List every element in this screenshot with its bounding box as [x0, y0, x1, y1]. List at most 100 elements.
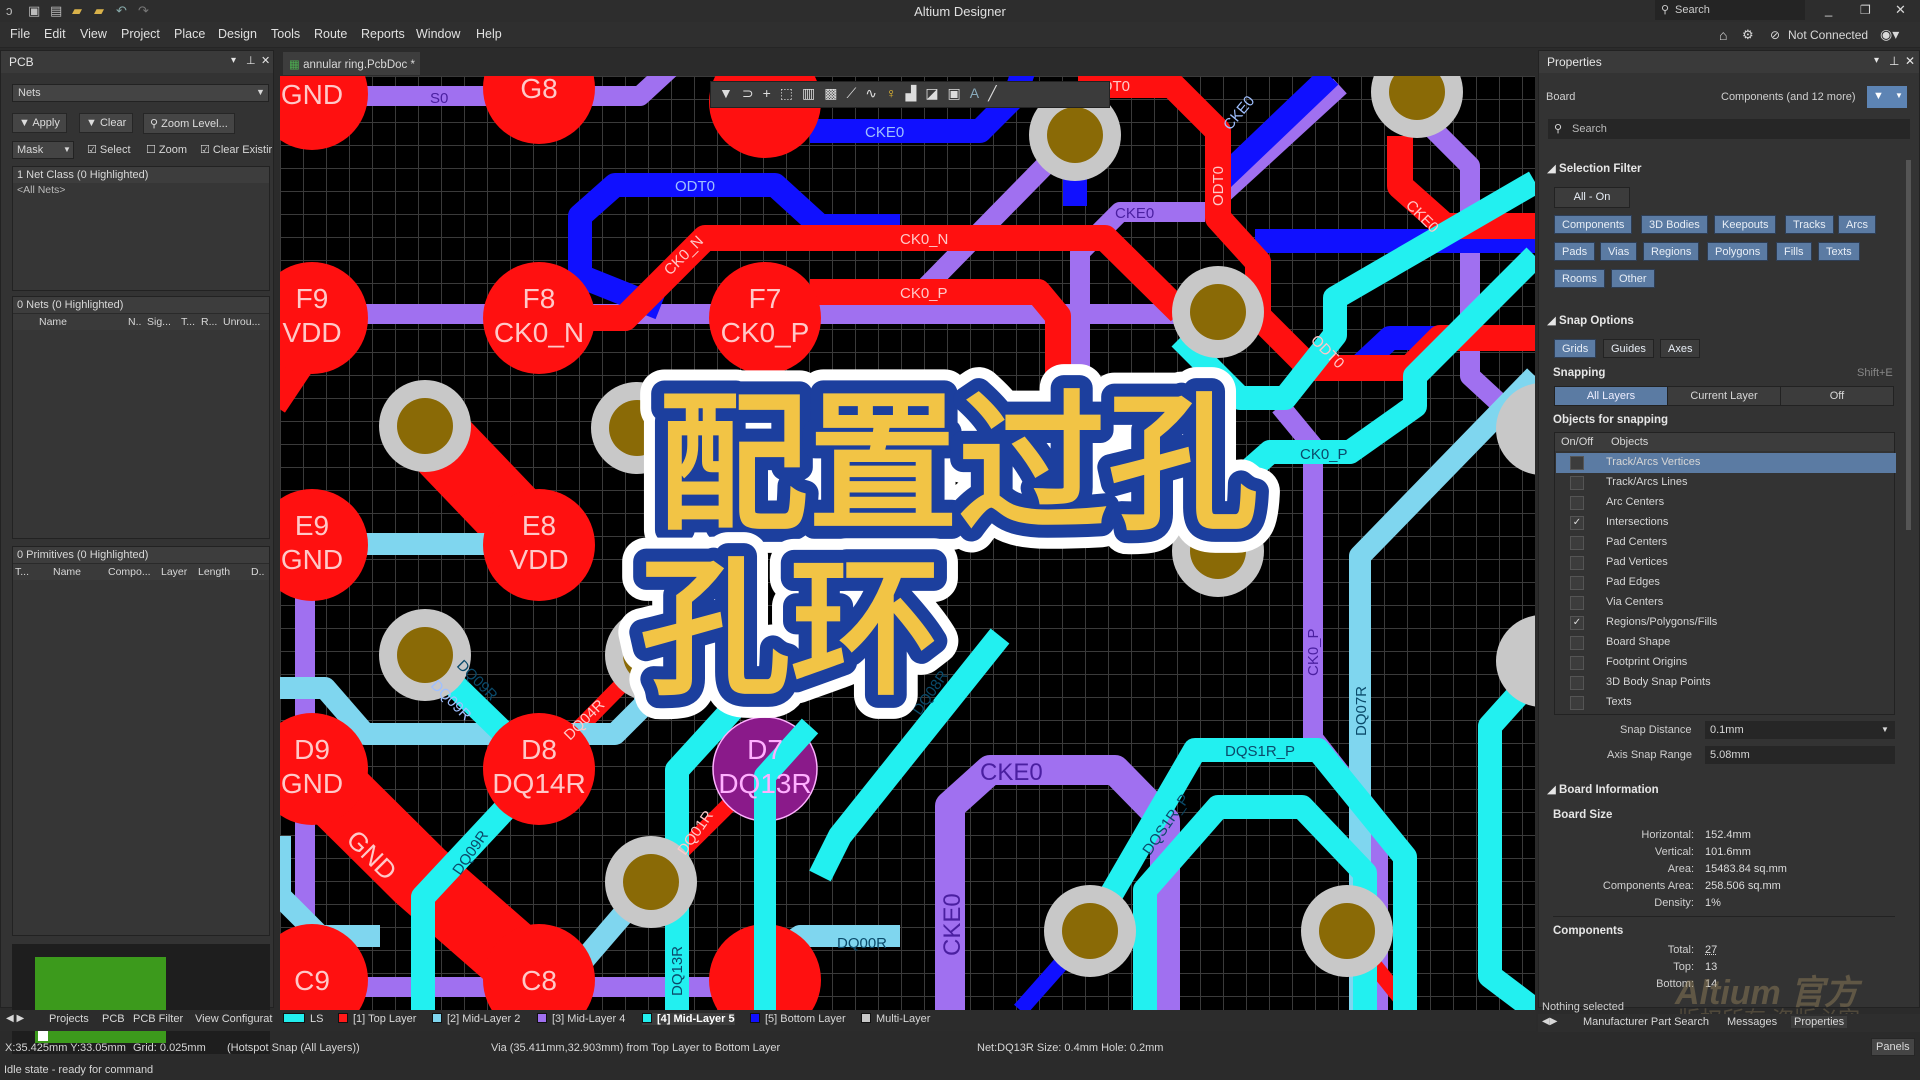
via[interactable] — [1301, 885, 1393, 977]
filter-summary[interactable]: Components (and 12 more) — [1721, 91, 1856, 103]
menu-route[interactable]: Route — [314, 27, 347, 41]
menu-help[interactable]: Help — [476, 27, 502, 41]
layer-tab[interactable]: [4] Mid-Layer 5 — [642, 1013, 735, 1025]
snap-object-checkbox[interactable] — [1570, 636, 1584, 650]
snap-object-checkbox[interactable] — [1570, 576, 1584, 590]
snap-object-row[interactable]: Pad Edges — [1556, 573, 1896, 593]
via[interactable] — [1371, 76, 1463, 138]
snap-object-checkbox[interactable] — [1570, 536, 1584, 550]
mask-select[interactable]: Mask ▼ — [12, 141, 74, 159]
filter-chip-components[interactable]: Components — [1554, 215, 1633, 234]
filter-chip-polygons[interactable]: Polygons — [1707, 242, 1769, 261]
filter-chip-regions[interactable]: Regions — [1643, 242, 1700, 261]
snap-object-checkbox[interactable] — [1570, 656, 1584, 670]
column-header[interactable]: Compo... — [108, 566, 151, 578]
column-header[interactable]: T... — [181, 316, 195, 328]
line-icon[interactable]: ╱ — [988, 85, 996, 104]
column-header[interactable]: Length — [198, 566, 230, 578]
pin-icon[interactable]: ⊥ — [1889, 54, 1899, 68]
layer-set-button[interactable]: LS — [283, 1013, 323, 1025]
panel-menu-icon[interactable]: ▾ — [231, 55, 236, 66]
layer-tab[interactable]: [2] Mid-Layer 2 — [432, 1013, 520, 1025]
snap-object-row[interactable]: Texts — [1556, 693, 1896, 713]
select-checkbox[interactable]: ☑ Select — [87, 143, 131, 156]
layer-tab[interactable]: Multi-Layer — [861, 1013, 930, 1025]
filter-chip-arcs[interactable]: Arcs — [1838, 215, 1876, 234]
zoom-level-button[interactable]: ⚲ Zoom Level... — [143, 113, 235, 134]
menu-tools[interactable]: Tools — [271, 27, 300, 41]
clear-existing-checkbox[interactable]: ☑ Clear Existir — [200, 143, 272, 156]
tab-view-configuration[interactable]: View Configurat — [195, 1013, 272, 1025]
filter-chip-tracks[interactable]: Tracks — [1785, 215, 1834, 234]
menu-window[interactable]: Window — [416, 27, 460, 41]
tab-pcb[interactable]: PCB — [102, 1013, 125, 1025]
column-header[interactable]: D.. — [251, 566, 264, 578]
align-icon[interactable]: ▥ — [802, 85, 815, 104]
filter-button[interactable]: ▼ ▼ — [1867, 86, 1907, 108]
snap-object-row[interactable]: ✓ Regions/Polygons/Fills — [1556, 613, 1896, 633]
snap-options-heading[interactable]: ◢ Snap Options — [1547, 313, 1634, 327]
properties-scrollbar[interactable] — [1906, 160, 1911, 530]
axis-snap-range-input[interactable]: 5.08mm — [1705, 746, 1895, 764]
menu-edit[interactable]: Edit — [44, 27, 66, 41]
snap-axes-button[interactable]: Axes — [1660, 339, 1701, 358]
filter-icon[interactable]: ▼ — [719, 85, 733, 104]
polygon-icon[interactable]: ▟ — [906, 85, 917, 104]
menu-design[interactable]: Design — [218, 27, 257, 41]
gear-icon[interactable]: ⚙ — [1742, 27, 1754, 43]
snap-object-row[interactable]: ✓ Intersections — [1556, 513, 1896, 533]
zoom-checkbox[interactable]: ☐ Zoom — [146, 143, 187, 156]
via[interactable] — [1172, 266, 1264, 358]
via[interactable] — [379, 609, 471, 701]
tab-scroll-left-icon[interactable]: ◀▶ — [1542, 1016, 1557, 1027]
via[interactable] — [1496, 615, 1535, 707]
snapping-current-layer[interactable]: Current Layer — [1667, 387, 1780, 405]
global-search-input[interactable]: ⚲ Search — [1655, 0, 1805, 20]
column-header[interactable]: N.. — [128, 316, 141, 328]
total-value[interactable]: 27 — [1705, 944, 1717, 956]
selection-filter-heading[interactable]: ◢ Selection Filter — [1547, 161, 1641, 175]
layer-tab[interactable]: [1] Top Layer — [338, 1013, 416, 1025]
home-icon[interactable]: ⌂ — [1719, 27, 1727, 43]
component-icon[interactable]: ▩ — [824, 85, 837, 104]
panel-close-icon[interactable]: ✕ — [261, 54, 270, 67]
column-header[interactable]: Layer — [161, 566, 187, 578]
snap-object-checkbox[interactable] — [1570, 556, 1584, 570]
pin-icon[interactable]: ⊥ — [246, 54, 256, 67]
snap-guides-button[interactable]: Guides — [1603, 339, 1654, 358]
snap-object-checkbox[interactable]: ✓ — [1570, 516, 1584, 530]
column-header[interactable]: Sig... — [147, 316, 171, 328]
snap-object-row[interactable]: Pad Vertices — [1556, 553, 1896, 573]
snapping-off[interactable]: Off — [1780, 387, 1893, 405]
panel-tabs-scroll-icon[interactable]: ◀ ▶ — [6, 1013, 24, 1024]
clear-button[interactable]: ▼ Clear — [79, 113, 134, 133]
snap-object-checkbox[interactable] — [1570, 696, 1584, 710]
pin-via-icon[interactable]: ♀ — [886, 85, 897, 104]
text-icon[interactable]: A — [970, 85, 979, 104]
panel-menu-icon[interactable]: ▾ — [1874, 55, 1879, 66]
filter-chip-pads[interactable]: Pads — [1554, 242, 1596, 261]
snap-object-row[interactable]: Track/Arcs Lines — [1556, 473, 1896, 493]
snap-object-row[interactable]: Track/Arcs Vertices — [1556, 453, 1896, 473]
apply-button[interactable]: ▼ Apply — [12, 113, 67, 133]
snap-object-row[interactable]: Arc Centers — [1556, 493, 1896, 513]
snap-object-checkbox[interactable] — [1570, 496, 1584, 510]
snap-object-checkbox[interactable] — [1570, 596, 1584, 610]
tab-messages[interactable]: Messages — [1727, 1016, 1777, 1028]
tab-pcb-filter[interactable]: PCB Filter — [133, 1013, 183, 1025]
filter-chip-3d-bodies[interactable]: 3D Bodies — [1641, 215, 1708, 234]
minimize-button[interactable]: _ — [1825, 2, 1832, 17]
close-button[interactable]: ✕ — [1895, 2, 1906, 18]
crosshair-icon[interactable]: + — [763, 85, 771, 104]
pcb-canvas[interactable]: GND G8 F9 VDD F8 CK0_N F7 CK0_P E9 GND E… — [280, 76, 1535, 1010]
route-icon[interactable]: ⟋ — [846, 85, 856, 104]
panels-button[interactable]: Panels — [1871, 1038, 1915, 1056]
layer-tab[interactable]: [5] Bottom Layer — [750, 1013, 846, 1025]
snap-grids-button[interactable]: Grids — [1554, 339, 1597, 358]
snap-object-checkbox[interactable] — [1570, 676, 1584, 690]
snap-object-row[interactable]: Pad Centers — [1556, 533, 1896, 553]
menu-project[interactable]: Project — [121, 27, 160, 41]
column-header[interactable]: T... — [15, 566, 29, 578]
snap-magnet-icon[interactable]: ⊃ — [742, 85, 754, 104]
viewport-indicator[interactable] — [38, 1031, 48, 1041]
